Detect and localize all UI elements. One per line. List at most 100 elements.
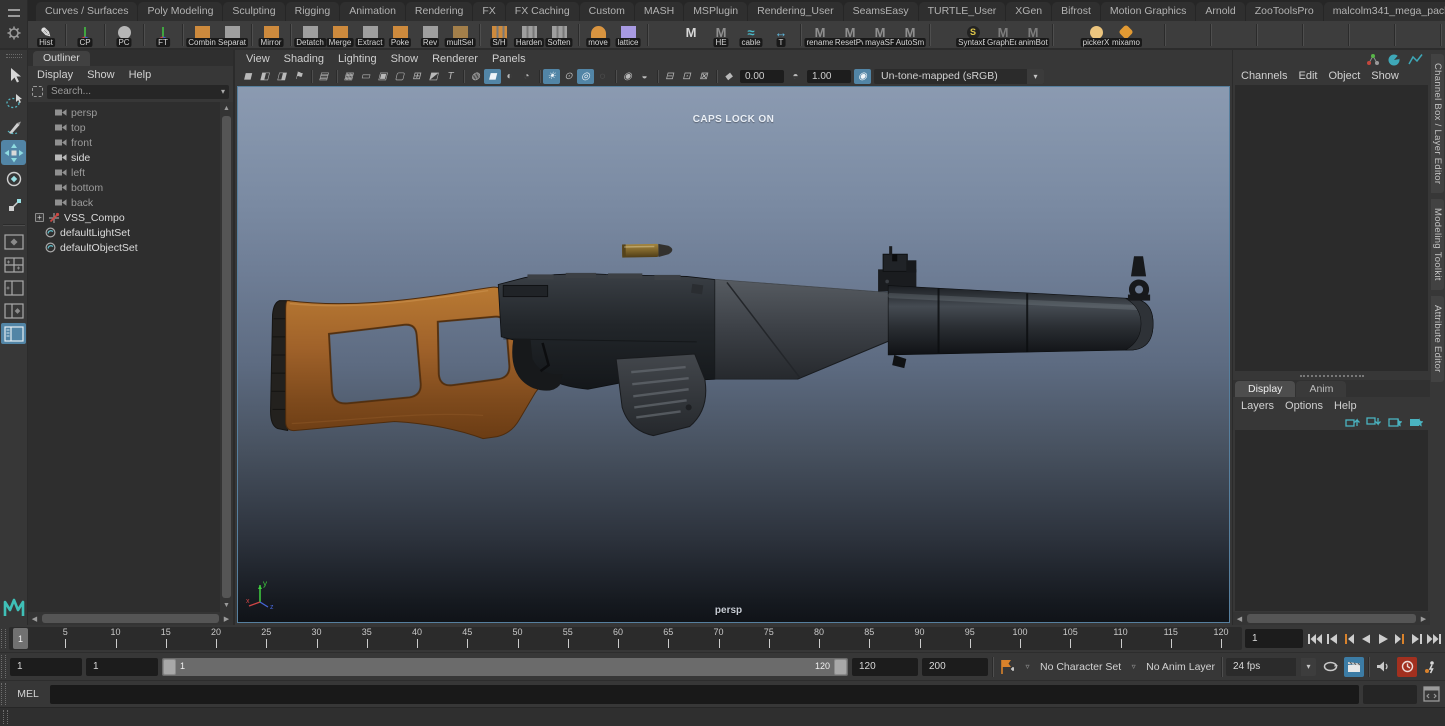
shelf-button[interactable]: Detatch xyxy=(295,21,325,48)
create-empty-layer-icon[interactable] xyxy=(1387,416,1402,428)
outliner-tab[interactable]: Outliner xyxy=(33,51,90,66)
shelf-button[interactable] xyxy=(61,21,70,48)
channel-box-menu[interactable]: Edit xyxy=(1298,70,1317,82)
shelf-button[interactable] xyxy=(1048,21,1057,48)
fps-dropdown[interactable]: 24 fps xyxy=(1226,658,1296,676)
shelf-t​ab[interactable]: XGen xyxy=(1006,2,1051,21)
viewport-menu[interactable]: Panels xyxy=(492,53,526,65)
shadows-icon[interactable]: ⊙ xyxy=(560,69,577,84)
scale-tool[interactable] xyxy=(1,192,26,217)
outliner-vscrollbar[interactable]: ▲ ▼ xyxy=(220,102,233,612)
viewport-canvas[interactable]: CAPS LOCK ON xyxy=(237,86,1230,623)
layer-editor-menu[interactable]: Layers xyxy=(1241,400,1274,412)
lock-camera-icon[interactable]: ◧ xyxy=(256,69,273,84)
rangebar-grip[interactable] xyxy=(1,655,6,678)
image-plane-icon[interactable]: ▤ xyxy=(315,69,332,84)
layout-two-pane-alt-button[interactable] xyxy=(1,300,26,321)
helpline-grip[interactable] xyxy=(3,710,8,724)
layout-two-pane-button[interactable] xyxy=(1,277,26,298)
shelf-button[interactable]: M ResetPv xyxy=(835,21,865,48)
shelf-button[interactable]: Soften xyxy=(544,21,574,48)
search-caret-icon[interactable]: ▾ xyxy=(221,87,225,96)
gamma-field[interactable]: 1.00 xyxy=(807,70,851,83)
outliner-item[interactable]: front xyxy=(28,135,220,150)
shelf-t​ab[interactable]: Bifrost xyxy=(1052,2,1100,21)
shelf-button[interactable]: Rev xyxy=(415,21,445,48)
shelf-button[interactable] xyxy=(247,21,256,48)
use-default-material-icon[interactable]: ◔ xyxy=(518,69,535,84)
shelf-t​ab[interactable]: Poly Modeling xyxy=(138,2,222,21)
shelf-button[interactable]: pickerX xyxy=(1081,21,1111,48)
shelf-button[interactable]: Poke xyxy=(385,21,415,48)
play-forwards-button[interactable] xyxy=(1374,629,1391,649)
isolate-select-icon[interactable]: ◉ xyxy=(619,69,636,84)
playback-loop-icon[interactable] xyxy=(1320,657,1340,677)
channel-graph-icon[interactable] xyxy=(1408,53,1423,66)
lasso-select-tool[interactable] xyxy=(1,88,26,113)
shelf-button[interactable] xyxy=(1233,21,1279,48)
animation-start-field[interactable]: 1 xyxy=(10,658,82,676)
animation-end-field[interactable]: 200 xyxy=(922,658,988,676)
shelf-button[interactable]: M AutoSm xyxy=(895,21,925,48)
shelf-button[interactable]: M HE xyxy=(706,21,736,48)
channel-box-menu[interactable]: Object xyxy=(1328,70,1360,82)
camera-names-icon[interactable]: ◩ xyxy=(425,69,442,84)
sidebar-vertical-tab[interactable]: Attribute Editor xyxy=(1431,296,1444,382)
shelf-t​ab[interactable]: Rendering xyxy=(406,2,472,21)
layer-move-down-icon[interactable] xyxy=(1366,416,1381,428)
channel-box-menu[interactable]: Show xyxy=(1371,70,1399,82)
viewport-menu[interactable]: Show xyxy=(391,53,419,65)
filter-icon[interactable] xyxy=(32,86,43,97)
shelf-button[interactable]: lattice xyxy=(613,21,643,48)
camera-attributes-icon[interactable]: ◨ xyxy=(273,69,290,84)
outliner-item[interactable]: persp xyxy=(28,105,220,120)
viewport-menu[interactable]: Shading xyxy=(284,53,324,65)
layer-list-empty[interactable] xyxy=(1235,430,1428,611)
outliner-item[interactable]: bottom xyxy=(28,180,220,195)
ssao-icon[interactable]: ◎ xyxy=(577,69,594,84)
timeline-grip[interactable] xyxy=(1,629,6,648)
resolution-gate-icon[interactable]: ▣ xyxy=(374,69,391,84)
shelf-button[interactable]: M animBot xyxy=(1018,21,1048,48)
shelf-button[interactable]: CP xyxy=(70,21,100,48)
range-end-handle[interactable] xyxy=(834,659,847,675)
play-backwards-button[interactable] xyxy=(1357,629,1374,649)
grid-icon[interactable]: ▦ xyxy=(340,69,357,84)
shelf-button[interactable] xyxy=(139,21,148,48)
shelf-t​ab[interactable]: TURTLE_User xyxy=(919,2,1006,21)
outliner-item[interactable]: left xyxy=(28,165,220,180)
step-forward-frame-button[interactable] xyxy=(1408,629,1425,649)
shelf-t​ab[interactable]: MSPlugin xyxy=(684,2,747,21)
cmdline-grip[interactable] xyxy=(1,683,6,705)
outliner-item[interactable]: top xyxy=(28,120,220,135)
shelf-button[interactable]: Separat xyxy=(217,21,247,48)
shelf-button[interactable]: Merge xyxy=(325,21,355,48)
rotate-tool[interactable] xyxy=(1,166,26,191)
select-camera-icon[interactable]: ◼ xyxy=(239,69,256,84)
viewport-menu[interactable]: View xyxy=(246,53,270,65)
shelf-button[interactable] xyxy=(475,21,484,48)
sidebar-vertical-tab[interactable]: Modeling Toolkit xyxy=(1431,199,1444,290)
outliner-hscrollbar[interactable]: ◀ ▶ xyxy=(28,612,233,625)
shelf-button[interactable]: PC xyxy=(109,21,139,48)
step-forward-key-button[interactable] xyxy=(1391,629,1408,649)
shelf-t​ab[interactable]: Arnold xyxy=(1196,2,1244,21)
shelf-button[interactable]: Mirror xyxy=(256,21,286,48)
shelf-button[interactable]: S SyntaxE xyxy=(958,21,988,48)
outliner-item[interactable]: defaultObjectSet xyxy=(28,240,220,255)
outliner-menu[interactable]: Help xyxy=(129,69,152,81)
shelf-button[interactable]: Combin xyxy=(187,21,217,48)
shelf-button[interactable] xyxy=(1279,21,1325,48)
shelf-button[interactable]: S/H xyxy=(484,21,514,48)
go-to-end-button[interactable] xyxy=(1425,629,1442,649)
outliner-vscroll-thumb[interactable] xyxy=(222,116,231,598)
timeline-ruler[interactable]: 5 10 15 20 25 30 35 xyxy=(9,627,1242,650)
shelf-button[interactable] xyxy=(1417,21,1445,48)
script-editor-icon[interactable] xyxy=(1421,684,1442,704)
shelf-button[interactable] xyxy=(574,21,583,48)
exposure-field[interactable]: 0.00 xyxy=(740,70,784,83)
toolbox-grip[interactable] xyxy=(6,54,22,58)
layer-editor-tab[interactable]: Display xyxy=(1235,381,1295,397)
channel-nodes-icon[interactable] xyxy=(1366,53,1380,66)
outliner-item[interactable]: + VSS_Compo xyxy=(28,210,220,225)
